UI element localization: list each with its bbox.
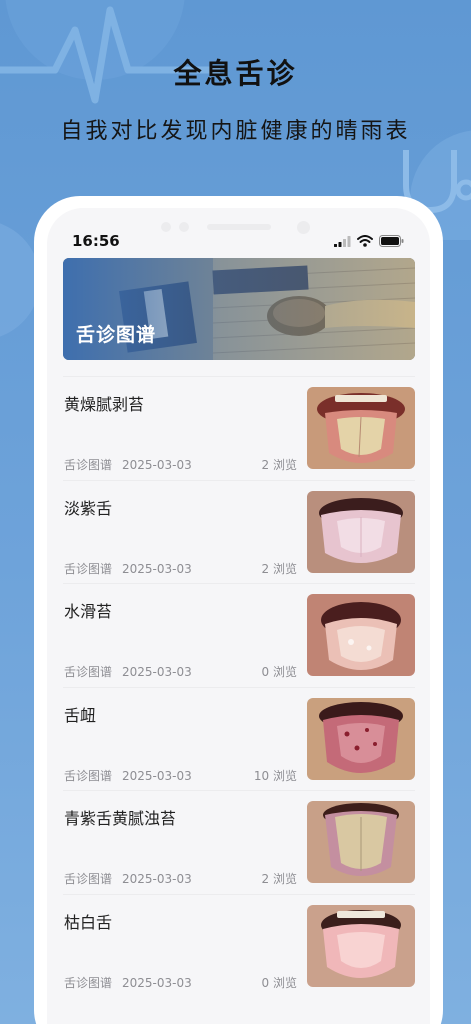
tongue-bleeding-image — [307, 697, 415, 780]
list-item[interactable]: 舌衄 舌诊图谱 2025-03-03 10 浏览 — [63, 686, 415, 791]
item-title: 黄燥腻剥苔 — [64, 395, 145, 414]
phone-frame: 16:56 舌诊图谱 黄燥腻剥苔 舌诊图谱 2025-03-03 2 浏览 淡紫… — [34, 196, 443, 1024]
item-meta: 舌诊图谱 2025-03-03 — [64, 560, 192, 577]
banner-title: 舌诊图谱 — [76, 324, 157, 346]
promo-headline: 全息舌诊 — [173, 57, 298, 90]
item-views: 2 浏览 — [261, 458, 297, 472]
phone-sensor-bar — [47, 221, 430, 234]
item-title: 青紫舌黄腻浊苔 — [64, 809, 177, 828]
battery-icon — [379, 235, 404, 247]
item-category: 舌诊图谱 — [64, 458, 113, 472]
item-meta: 舌诊图谱 2025-03-03 — [64, 974, 192, 991]
article-list: 黄燥腻剥苔 舌诊图谱 2025-03-03 2 浏览 淡紫舌 舌诊图谱 2025… — [63, 376, 415, 997]
item-category: 舌诊图谱 — [64, 872, 113, 886]
tongue-photo — [307, 697, 415, 780]
item-category: 舌诊图谱 — [64, 975, 113, 990]
banner-tongue-atlas[interactable]: 舌诊图谱 — [63, 258, 415, 360]
item-views: 0 浏览 — [261, 975, 297, 990]
front-camera — [297, 221, 310, 234]
item-date: 2025-03-03 — [122, 665, 192, 679]
tongue-photo — [307, 490, 415, 573]
item-title: 枯白舌 — [64, 912, 113, 932]
tongue-yellow-coated-image — [307, 387, 415, 469]
item-date: 2025-03-03 — [122, 458, 192, 472]
wifi-icon — [357, 235, 373, 247]
item-category: 舌诊图谱 — [64, 561, 113, 576]
item-meta: 舌诊图谱 2025-03-03 — [64, 456, 192, 473]
sensor-dot — [179, 222, 189, 232]
status-time: 16:56 — [72, 232, 120, 250]
tongue-photo — [307, 387, 415, 469]
list-item[interactable]: 青紫舌黄腻浊苔 舌诊图谱 2025-03-03 2 浏览 — [63, 790, 415, 894]
item-views: 0 浏览 — [261, 665, 297, 679]
tongue-thick-coat-image — [307, 801, 415, 883]
item-category: 舌诊图谱 — [64, 665, 113, 679]
app-screen: 16:56 舌诊图谱 黄燥腻剥苔 舌诊图谱 2025-03-03 2 浏览 淡紫… — [47, 208, 430, 1024]
item-meta: 舌诊图谱 2025-03-03 — [64, 767, 192, 784]
item-date: 2025-03-03 — [122, 561, 192, 576]
item-meta: 舌诊图谱 2025-03-03 — [64, 870, 192, 887]
list-item[interactable]: 水滑苔 舌诊图谱 2025-03-03 0 浏览 — [63, 583, 415, 687]
list-item[interactable]: 淡紫舌 舌诊图谱 2025-03-03 2 浏览 — [63, 479, 415, 584]
tongue-photo — [307, 904, 415, 987]
item-title: 淡紫舌 — [64, 498, 113, 518]
list-item[interactable]: 黄燥腻剥苔 舌诊图谱 2025-03-03 2 浏览 — [63, 376, 415, 480]
item-date: 2025-03-03 — [122, 872, 192, 886]
item-category: 舌诊图谱 — [64, 768, 113, 783]
item-title: 舌衄 — [64, 705, 97, 725]
item-date: 2025-03-03 — [122, 975, 192, 990]
tongue-photo — [307, 801, 415, 883]
list-item[interactable]: 枯白舌 舌诊图谱 2025-03-03 0 浏览 — [63, 893, 415, 998]
item-views: 2 浏览 — [261, 872, 297, 886]
status-icons — [334, 235, 404, 247]
item-views: 10 浏览 — [253, 768, 297, 783]
item-views: 2 浏览 — [261, 561, 297, 576]
tongue-pale-purple-image — [307, 490, 415, 573]
tongue-photo — [307, 594, 415, 676]
promo-subline: 自我对比发现内脏健康的晴雨表 — [60, 119, 411, 144]
item-date: 2025-03-03 — [122, 768, 192, 783]
item-title: 水滑苔 — [64, 602, 113, 621]
sensor-dot — [161, 222, 171, 232]
tongue-pale-white-image — [307, 904, 415, 987]
item-meta: 舌诊图谱 2025-03-03 — [64, 663, 192, 680]
tongue-moist-image — [307, 594, 415, 676]
signal-icon — [334, 235, 351, 247]
speaker-grille — [207, 224, 271, 230]
